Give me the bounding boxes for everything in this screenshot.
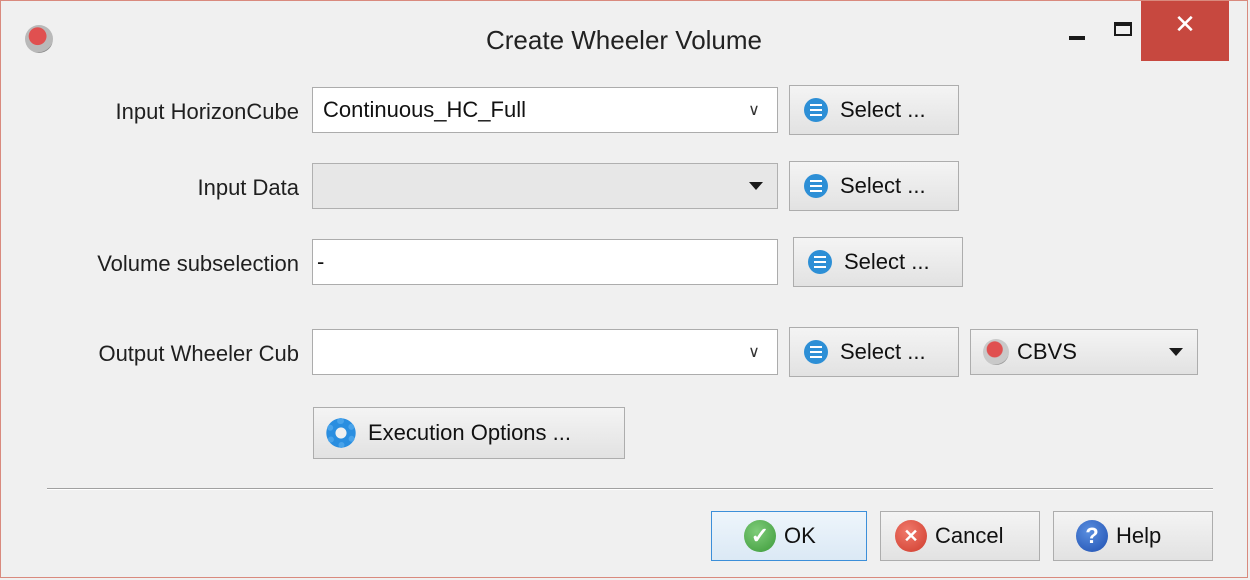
check-icon: ✓ xyxy=(744,520,776,552)
cbvs-format-icon xyxy=(983,339,1009,365)
gear-icon xyxy=(324,416,358,450)
volume-subselection-value: - xyxy=(317,249,325,274)
help-icon: ? xyxy=(1076,520,1108,552)
help-button[interactable]: ? Help xyxy=(1053,511,1213,561)
execution-options-button[interactable]: Execution Options ... xyxy=(313,407,625,459)
output-format-combo[interactable]: CBVS xyxy=(970,329,1198,375)
output-wheeler-label: Output Wheeler Cub xyxy=(98,341,299,366)
dropdown-arrow-icon xyxy=(1169,348,1183,356)
chevron-down-icon: ∨ xyxy=(748,344,760,361)
select-button-label: Select ... xyxy=(840,339,926,364)
list-icon xyxy=(804,340,828,364)
cancel-button-label: Cancel xyxy=(935,523,1004,548)
ok-button[interactable]: ✓ OK xyxy=(711,511,867,561)
select-button-label: Select ... xyxy=(844,249,930,274)
dialog-window: Create Wheeler Volume ✕ Input HorizonCub… xyxy=(0,0,1248,578)
cancel-button[interactable]: ✕ Cancel xyxy=(880,511,1040,561)
volume-subselection-select-button[interactable]: Select ... xyxy=(793,237,963,287)
horizon-cube-combo[interactable]: Continuous_HC_Full ∨ xyxy=(312,87,778,133)
input-data-combo[interactable] xyxy=(312,163,778,209)
chevron-down-icon: ∨ xyxy=(748,102,760,119)
horizon-cube-value: Continuous_HC_Full xyxy=(323,97,526,122)
horizon-cube-select-button[interactable]: Select ... xyxy=(789,85,959,135)
input-data-select-button[interactable]: Select ... xyxy=(789,161,959,211)
minimize-icon xyxy=(1069,36,1085,40)
output-format-value: CBVS xyxy=(1017,339,1077,364)
list-icon xyxy=(808,250,832,274)
horizon-cube-label: Input HorizonCube xyxy=(115,99,299,124)
help-button-label: Help xyxy=(1116,523,1162,548)
output-wheeler-select-button[interactable]: Select ... xyxy=(789,327,959,377)
list-icon xyxy=(804,174,828,198)
select-button-label: Select ... xyxy=(840,97,926,122)
input-data-label: Input Data xyxy=(197,175,299,200)
title-bar: Create Wheeler Volume ✕ xyxy=(1,1,1247,81)
maximize-icon xyxy=(1114,22,1132,36)
execution-options-label: Execution Options ... xyxy=(368,420,571,445)
select-button-label: Select ... xyxy=(840,173,926,198)
volume-subselection-field[interactable]: - xyxy=(312,239,778,285)
close-button[interactable]: ✕ xyxy=(1141,1,1229,61)
divider xyxy=(47,488,1213,490)
ok-button-label: OK xyxy=(784,523,816,548)
list-icon xyxy=(804,98,828,122)
close-icon: ✕ xyxy=(1174,8,1196,39)
volume-subselection-label: Volume subselection xyxy=(97,251,299,276)
cancel-icon: ✕ xyxy=(895,520,927,552)
output-format-content: CBVS xyxy=(971,339,1077,365)
dropdown-arrow-icon xyxy=(749,182,763,190)
output-wheeler-combo[interactable]: ∨ xyxy=(312,329,778,375)
